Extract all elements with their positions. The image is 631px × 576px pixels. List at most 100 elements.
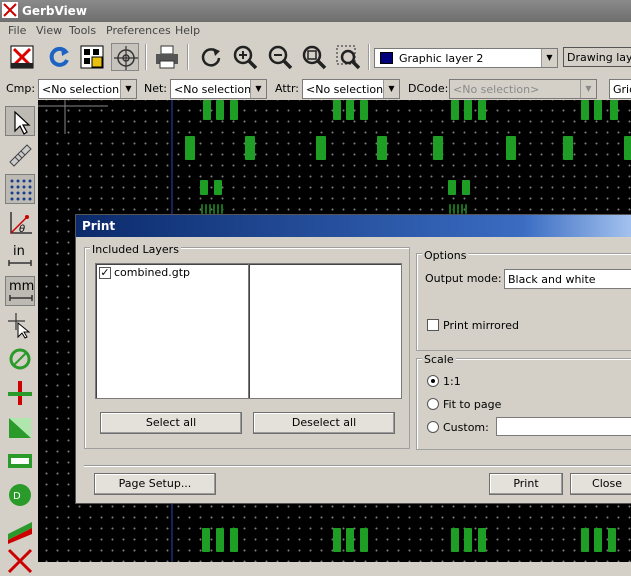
menu-bar: File View Tools Preferences Help [0, 22, 631, 40]
pcb-pad [608, 528, 616, 552]
layer-select[interactable]: Graphic layer 2 ▼ [374, 48, 558, 68]
pcb-pad [610, 100, 618, 120]
svg-text:θ: θ [19, 224, 25, 235]
zoom-out-button[interactable] [266, 43, 294, 71]
pcb-pad [594, 528, 602, 552]
print-mirrored-checkbox[interactable] [427, 319, 439, 331]
output-mode-select[interactable]: Black and white [504, 269, 631, 289]
selection-bar: Cmp: <No selection> ▼ Net: <No selection… [0, 76, 631, 100]
pcb-pad [216, 100, 224, 120]
pcb-pad [478, 528, 486, 552]
negative-objects-button[interactable] [5, 446, 35, 476]
custom-scale-input[interactable] [496, 417, 631, 436]
dcode-label: DCode: [408, 82, 449, 95]
print-confirm-button[interactable]: Print [489, 473, 563, 495]
toolbar-separator [187, 44, 189, 70]
cmp-select[interactable]: <No selection> ▼ [38, 79, 137, 99]
scale-fit-radio[interactable] [427, 398, 439, 410]
layers-list-right[interactable] [248, 263, 402, 399]
scale-custom-radio[interactable] [427, 421, 439, 433]
pcb-pad [624, 136, 631, 160]
menu-view[interactable]: View [36, 24, 62, 37]
scale-1to1-label: 1:1 [443, 375, 461, 388]
menu-file[interactable]: File [8, 24, 26, 37]
zoom-fit-icon [302, 45, 327, 70]
print-button[interactable] [153, 43, 181, 71]
zoom-fit-button[interactable] [300, 43, 328, 71]
units-inch-button[interactable]: in [5, 242, 35, 272]
layers-diff-button[interactable] [5, 514, 35, 544]
lines-sketch-button[interactable] [5, 378, 35, 408]
layer-name: combined.gtp [114, 266, 191, 279]
select-tool-button[interactable] [5, 106, 35, 136]
pcb-pad [478, 100, 486, 120]
grid-toggle-button[interactable] [5, 174, 35, 204]
dcode-display-button[interactable]: D [5, 480, 35, 510]
main-toolbar: Graphic layer 2 ▼ Drawing laye [0, 40, 631, 76]
pcb-pad [360, 100, 368, 120]
menu-help[interactable]: Help [175, 24, 200, 37]
deselect-all-button[interactable]: Deselect all [253, 412, 395, 434]
contrast-mode-icon [7, 548, 33, 574]
negative-objects-icon [8, 454, 32, 468]
gerber-file-icon [80, 45, 104, 69]
zoom-in-button[interactable] [231, 43, 259, 71]
drawing-mode-select[interactable]: Drawing laye [563, 47, 631, 67]
layers-diff-icon [8, 522, 32, 544]
pcb-pad [221, 204, 223, 214]
zoom-selection-button[interactable] [334, 43, 362, 71]
clear-layers-button[interactable] [8, 43, 36, 71]
drawing-mode-value: Drawing laye [567, 51, 631, 64]
zoom-out-icon [268, 45, 293, 70]
pcb-pad [201, 204, 203, 214]
pcb-pad [202, 528, 210, 552]
pcb-pad [316, 136, 326, 160]
gerbview-app-icon [2, 2, 18, 18]
flashed-sketch-button[interactable] [5, 344, 35, 374]
pcb-pad [594, 100, 602, 120]
toolbar-separator [145, 44, 147, 70]
polygons-sketch-button[interactable] [5, 412, 35, 442]
measure-tool-button[interactable] [5, 140, 35, 170]
included-layers-label: Included Layers [90, 243, 181, 256]
menu-preferences[interactable]: Preferences [106, 24, 171, 37]
pcb-pad [448, 180, 456, 195]
page-setup-button[interactable]: Page Setup... [94, 473, 216, 495]
pcb-pad [209, 204, 211, 214]
pcb-pad [230, 100, 238, 120]
pcb-pad [346, 528, 354, 552]
reload-button[interactable] [45, 43, 73, 71]
grid-select[interactable]: Grid [609, 79, 631, 99]
select-all-button[interactable]: Select all [100, 412, 242, 434]
contrast-mode-button[interactable] [5, 546, 35, 576]
scale-fit-label: Fit to page [443, 398, 502, 411]
net-select[interactable]: <No selection> ▼ [170, 79, 267, 99]
pcb-pad [451, 528, 459, 552]
dcode-pad-icon: D [9, 484, 31, 506]
layers-list-left[interactable]: ✓ combined.gtp [95, 263, 249, 399]
net-select-value: <No selection> [174, 83, 261, 96]
cmp-label: Cmp: [6, 82, 36, 95]
polar-coordinates-icon: θ [10, 212, 32, 235]
dcode-select[interactable]: <No selection> ▼ [449, 79, 597, 99]
drill-file-button[interactable] [111, 43, 139, 71]
open-gerber-button[interactable] [78, 43, 106, 71]
crosshair-cursor [38, 100, 108, 134]
flashed-pad-icon [9, 348, 31, 370]
polygon-fill-icon [9, 418, 31, 438]
attr-select[interactable]: <No selection> ▼ [302, 79, 400, 99]
scale-1to1-radio[interactable] [427, 375, 439, 387]
redraw-button[interactable] [197, 43, 225, 71]
print-dialog: Print Included Layers ✓ combined.gtp Sel… [75, 214, 631, 504]
pcb-pad [581, 100, 589, 120]
polar-coords-button[interactable]: θ [5, 208, 35, 238]
attr-label: Attr: [275, 82, 299, 95]
layer-select-value: Graphic layer 2 [399, 52, 484, 65]
chevron-down-icon: ▼ [541, 49, 557, 67]
full-cursor-button[interactable] [5, 310, 35, 340]
menu-tools[interactable]: Tools [69, 24, 96, 37]
close-button[interactable]: Close [570, 473, 631, 495]
units-mm-button[interactable]: mm [5, 276, 35, 306]
layer-checkbox[interactable]: ✓ [99, 267, 111, 279]
title-bar: GerbView [0, 0, 631, 22]
